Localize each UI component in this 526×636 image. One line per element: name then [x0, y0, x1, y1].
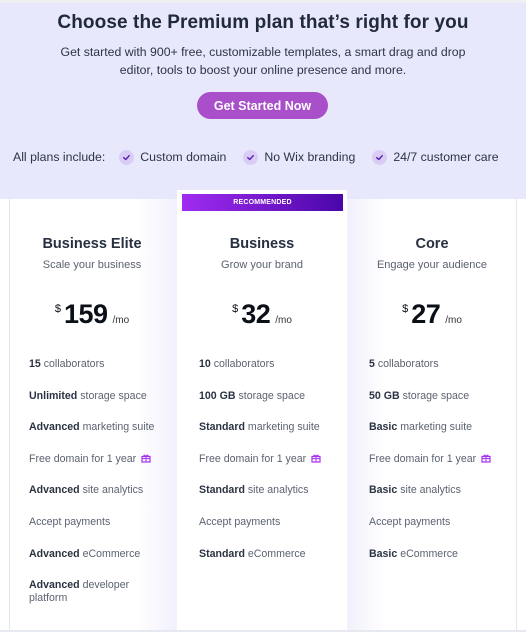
feature-item: Standard site analytics — [199, 484, 339, 497]
price-amount: 159 — [63, 299, 108, 329]
feature-list: 15 collaborators Unlimited storage space A… — [29, 358, 169, 624]
feature-item: Free domain for 1 year — [369, 453, 509, 466]
include-label: 24/7 customer care — [393, 150, 499, 164]
feature-item: Free domain for 1 year — [29, 453, 169, 466]
feature-text: marketing suite — [244, 421, 320, 434]
recommended-badge: RECOMMENDED — [182, 194, 343, 211]
plan-name: Core — [415, 236, 449, 252]
feature-item: Free domain for 1 year — [199, 453, 339, 466]
gift-icon — [141, 453, 151, 463]
feature-highlight: Standard — [199, 484, 245, 497]
gift-icon — [481, 453, 491, 463]
feature-text: Free domain for 1 year — [369, 452, 477, 465]
feature-text: storage space — [77, 389, 147, 402]
plan-name: Business Elite — [42, 236, 142, 252]
feature-highlight: 15 — [29, 358, 41, 370]
feature-item: 15 collaborators — [29, 358, 169, 371]
feature-highlight: Advanced — [29, 547, 80, 560]
feature-text: marketing suite — [79, 421, 155, 434]
feature-text: collaborators — [374, 358, 439, 370]
feature-item: Unlimited storage space — [29, 390, 169, 403]
feature-text: marketing suite — [397, 421, 473, 434]
feature-text: collaborators — [210, 358, 275, 370]
feature-item: Advanced eCommerce — [29, 548, 169, 561]
feature-item: Accept payments — [369, 516, 509, 529]
feature-highlight: 100 GB — [199, 389, 236, 402]
feature-item: Accept payments — [29, 516, 169, 529]
feature-text: site analytics — [79, 484, 144, 497]
feature-text: Accept payments — [199, 515, 281, 528]
feature-item: Basic marketing suite — [369, 421, 509, 434]
feature-item: Accept payments — [199, 516, 339, 529]
include-label: No Wix branding — [264, 150, 356, 164]
include-item: 24/7 customer care — [372, 149, 499, 165]
currency-symbol: $ — [232, 303, 239, 315]
feature-highlight: Advanced — [29, 421, 80, 434]
feature-text: collaborators — [40, 358, 105, 370]
plan-tagline: Grow your brand — [221, 259, 303, 271]
feature-highlight: Advanced — [29, 579, 80, 592]
include-label: Custom domain — [140, 150, 227, 164]
price-period: /mo — [445, 315, 462, 326]
feature-text: Free domain for 1 year — [29, 452, 137, 465]
feature-text: eCommerce — [244, 547, 306, 560]
feature-item: Standard marketing suite — [199, 421, 339, 434]
feature-text: site analytics — [244, 484, 309, 497]
feature-highlight: 10 — [199, 358, 211, 370]
price-period: /mo — [275, 315, 292, 326]
feature-highlight: 50 GB — [369, 389, 400, 402]
all-plans-include: All plans include: Custom domain No Wix … — [13, 147, 499, 167]
feature-item: Advanced developer platform — [29, 579, 169, 605]
feature-item: 50 GB storage space — [369, 390, 509, 403]
feature-item: Standard eCommerce — [199, 548, 339, 561]
feature-text: eCommerce — [79, 547, 141, 560]
gift-icon — [311, 453, 321, 463]
feature-list: 10 collaborators 100 GB storage space Stan… — [199, 358, 339, 579]
feature-text: site analytics — [397, 484, 461, 497]
feature-highlight: Basic — [369, 421, 398, 434]
hero-subtitle: Get started with 900+ free, customizable… — [60, 45, 466, 77]
feature-text: storage space — [235, 389, 306, 402]
plan-tagline: Scale your business — [42, 259, 142, 271]
feature-list: 5 collaborators 50 GB storage space Basic … — [369, 358, 509, 579]
plan-price: $27/mo — [347, 299, 517, 330]
hero-section: Choose the Premium plan that’s right for… — [0, 0, 526, 199]
price-period: /mo — [112, 315, 130, 326]
feature-highlight: Basic — [369, 547, 398, 560]
check-icon — [119, 149, 135, 165]
feature-item: Basic eCommerce — [369, 548, 509, 561]
feature-item: 5 collaborators — [369, 358, 509, 371]
feature-item: 100 GB storage space — [199, 390, 339, 403]
feature-item: Basic site analytics — [369, 484, 509, 497]
plan-price: $32/mo — [177, 299, 347, 330]
feature-highlight: Standard — [199, 421, 245, 434]
plan-tagline: Engage your audience — [376, 259, 488, 271]
plan-name: Business — [229, 236, 295, 252]
check-icon — [372, 149, 388, 165]
price-amount: 32 — [241, 299, 271, 329]
feature-item: Advanced marketing suite — [29, 421, 169, 434]
feature-highlight: Standard — [199, 547, 245, 560]
feature-text: Accept payments — [369, 515, 451, 528]
feature-item: 10 collaborators — [199, 358, 339, 371]
currency-symbol: $ — [402, 303, 409, 315]
page-title: Choose the Premium plan that’s right for… — [57, 12, 469, 33]
feature-highlight: Unlimited — [29, 389, 78, 402]
includes-label: All plans include: — [13, 150, 106, 164]
feature-highlight: Advanced — [29, 484, 80, 497]
feature-text: storage space — [399, 389, 470, 402]
check-icon — [243, 149, 259, 165]
price-amount: 27 — [411, 299, 441, 329]
feature-item: Advanced site analytics — [29, 484, 169, 497]
feature-text: eCommerce — [397, 547, 458, 560]
plan-price: $159/mo — [7, 299, 177, 330]
feature-highlight: Basic — [369, 484, 398, 497]
feature-text: Accept payments — [29, 515, 111, 528]
currency-symbol: $ — [54, 303, 61, 315]
get-started-button[interactable]: Get Started Now — [197, 92, 328, 119]
include-item: No Wix branding — [243, 149, 356, 165]
feature-text: Free domain for 1 year — [199, 452, 307, 465]
include-item: Custom domain — [119, 149, 227, 165]
